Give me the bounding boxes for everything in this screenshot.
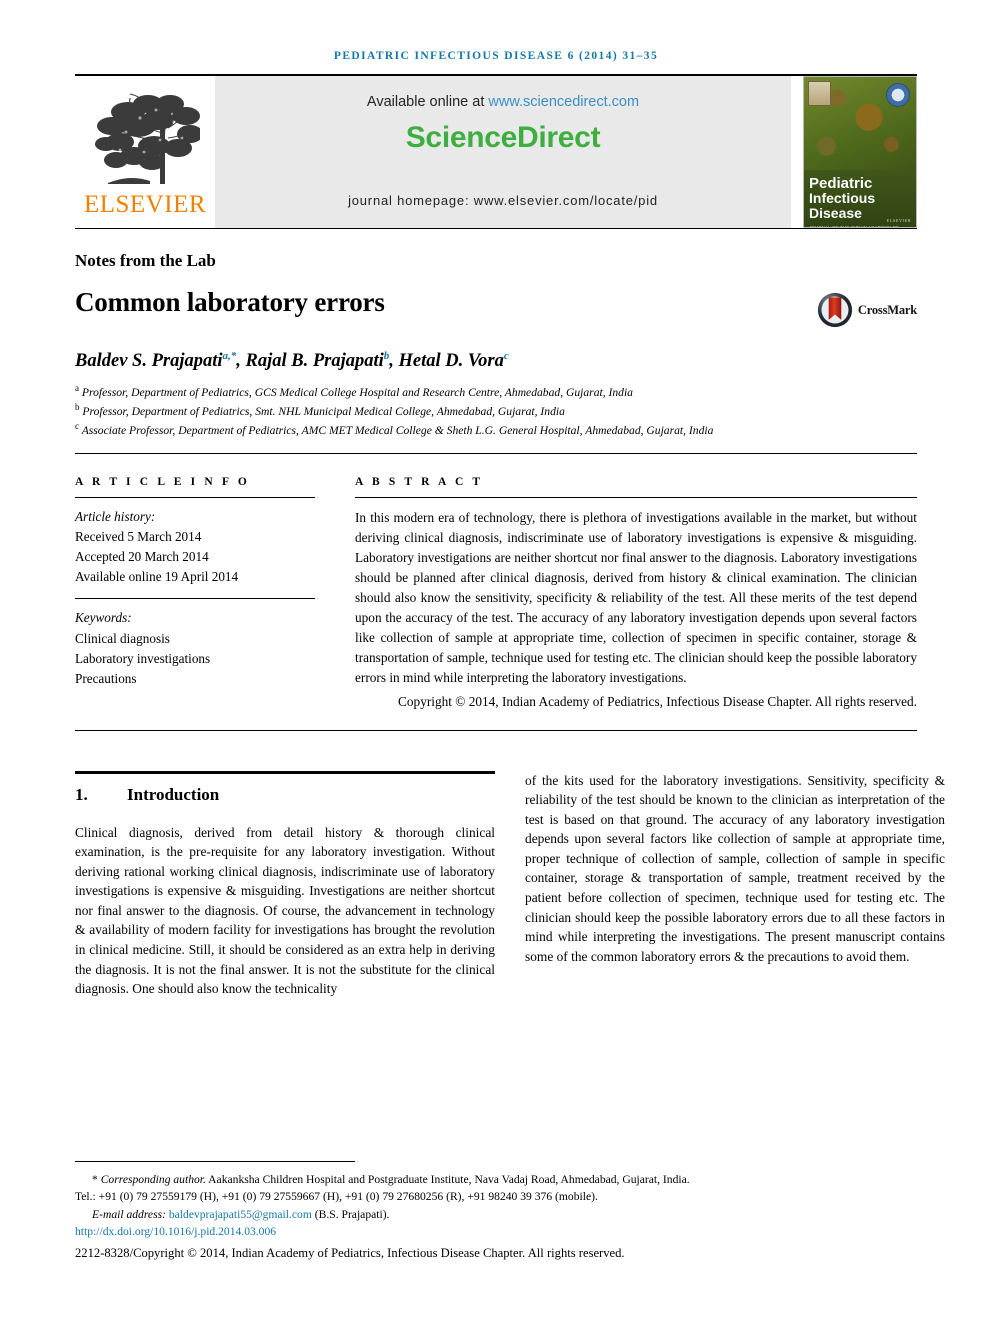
- accepted-date: Accepted 20 March 2014: [75, 549, 209, 565]
- cover-seal-icon: [886, 83, 910, 107]
- keywords-label: Keywords:: [75, 610, 132, 626]
- sciencedirect-banner: Available online at www.sciencedirect.co…: [215, 76, 791, 228]
- received-date: Received 5 March 2014: [75, 529, 202, 545]
- cover-title-line2: Infectious Disease: [809, 190, 876, 221]
- affiliation-text: Associate Professor, Department of Pedia…: [81, 424, 714, 438]
- affiliation-mark: a: [75, 383, 79, 394]
- section-number: 1.: [75, 784, 88, 804]
- corresponding-author-label: Corresponding author.: [100, 1172, 206, 1186]
- available-online-prefix: Available online at: [366, 94, 489, 110]
- intro-paragraph-right: of the kits used for the laboratory inve…: [525, 772, 945, 964]
- affiliation-text: Professor, Department of Pediatrics, Smt…: [82, 405, 565, 419]
- affiliation-item: a Professor, Department of Pediatrics, G…: [75, 382, 917, 401]
- crossmark-label: CrossMark: [857, 302, 917, 317]
- abstract-bottom-rule: [75, 729, 917, 731]
- section-heading-rule: [75, 770, 495, 774]
- article-history-label: Article history:: [75, 509, 156, 525]
- author-marks-1: a,*: [222, 350, 237, 362]
- crossmark-icon: [817, 292, 853, 328]
- keywords-block: Keywords: Clinical diagnosis Laboratory …: [75, 599, 315, 688]
- intro-paragraph-left: Clinical diagnosis, derived from detail …: [75, 824, 495, 997]
- footnote-region: * Corresponding author. Aakanksha Childr…: [75, 1160, 917, 1261]
- body-column-left: 1. Introduction Clinical diagnosis, deri…: [75, 770, 495, 999]
- sciencedirect-link[interactable]: www.sciencedirect.com: [488, 94, 639, 110]
- article-history-block: Article history: Received 5 March 2014 A…: [75, 498, 315, 598]
- affiliation-mark: c: [75, 421, 79, 432]
- sciencedirect-logo: ScienceDirect: [405, 121, 601, 154]
- corresponding-author-line: * Corresponding author. Aakanksha Childr…: [75, 1171, 917, 1189]
- keyword-item: Clinical diagnosis: [75, 630, 170, 646]
- page-title: Common laboratory errors: [75, 287, 385, 317]
- section-heading-introduction: 1. Introduction: [75, 785, 495, 805]
- article-info-column: A R T I C L E I N F O Article history: R…: [75, 476, 315, 711]
- author-marks-2: b: [383, 350, 390, 362]
- keyword-item: Laboratory investigations: [75, 650, 211, 666]
- affiliation-item: c Associate Professor, Department of Ped…: [75, 420, 917, 439]
- section-kicker: Notes from the Lab: [75, 251, 216, 270]
- author-name-3: Hetal D. Vora: [398, 351, 504, 372]
- body-columns: 1. Introduction Clinical diagnosis, deri…: [75, 770, 945, 999]
- journal-homepage-text: journal homepage: www.elsevier.com/locat…: [348, 193, 658, 208]
- cover-subtitle: JOURNAL OF THE INDIAN ACADEMY OF PEDIATR…: [809, 224, 899, 228]
- running-head: PEDIATRIC INFECTIOUS DISEASE 6 (2014) 31…: [333, 50, 659, 62]
- elsevier-wordmark: ELSEVIER: [83, 190, 207, 218]
- telephone-line: Tel.: +91 (0) 79 27559179 (H), +91 (0) 7…: [75, 1190, 598, 1204]
- abstract-column: A B S T R A C T In this modern era of te…: [355, 476, 917, 711]
- doi-link[interactable]: http://dx.doi.org/10.1016/j.pid.2014.03.…: [75, 1225, 276, 1238]
- available-online-text: Available online at www.sciencedirect.co…: [367, 94, 639, 110]
- article-page: PEDIATRIC INFECTIOUS DISEASE 6 (2014) 31…: [0, 0, 992, 1323]
- abstract-body: In this modern era of technology, there …: [355, 510, 917, 685]
- cover-publisher: ELSEVIER: [886, 218, 911, 223]
- available-online-date: Available online 19 April 2014: [75, 569, 239, 585]
- masthead-bottom-rule: [75, 228, 917, 229]
- corresponding-author-address: Aakanksha Children Hospital and Postgrad…: [205, 1172, 690, 1186]
- corresponding-marker: *: [92, 1172, 98, 1186]
- author-name-1: Baldev S. Prajapati: [75, 351, 223, 372]
- affiliation-list: a Professor, Department of Pediatrics, G…: [75, 382, 917, 439]
- footnote-rule: [75, 1160, 355, 1162]
- affiliation-text: Professor, Department of Pediatrics, GCS…: [81, 386, 633, 400]
- elsevier-tree-icon: [90, 88, 203, 191]
- cover-badge-icon: [808, 81, 831, 106]
- affiliation-bottom-rule: [75, 453, 917, 455]
- email-link[interactable]: baldevprajapati55@gmail.com: [169, 1208, 312, 1221]
- author-name-2: Rajal B. Prajapati: [245, 351, 384, 372]
- title-row: Common laboratory errors CrossMark: [75, 287, 917, 328]
- email-suffix: (B.S. Prajapati).: [311, 1207, 390, 1221]
- section-title: Introduction: [127, 784, 220, 804]
- journal-cover-thumbnail: Pediatric Infectious Disease JOURNAL OF …: [803, 76, 917, 228]
- cover-title-block: Pediatric Infectious Disease JOURNAL OF …: [804, 170, 916, 227]
- doi-line[interactable]: http://dx.doi.org/10.1016/j.pid.2014.03.…: [75, 1223, 917, 1242]
- abstract-copyright: Copyright © 2014, Indian Academy of Pedi…: [398, 693, 917, 709]
- author-list: Baldev S. Prajapatia,*, Rajal B. Prajapa…: [75, 350, 509, 372]
- author-marks-3: c: [503, 350, 509, 362]
- crossmark-badge[interactable]: CrossMark: [817, 292, 917, 328]
- affiliation-item: b Professor, Department of Pediatrics, S…: [75, 401, 917, 420]
- info-abstract-region: A R T I C L E I N F O Article history: R…: [75, 476, 917, 711]
- affiliation-mark: b: [75, 402, 80, 413]
- journal-masthead: ELSEVIER Available online at www.science…: [75, 76, 917, 228]
- email-line: E-mail address: baldevprajapati55@gmail.…: [75, 1206, 917, 1224]
- cover-title-line1: Pediatric: [809, 175, 873, 192]
- article-info-heading: A R T I C L E I N F O: [75, 476, 250, 489]
- keyword-item: Precautions: [75, 670, 137, 686]
- body-column-right: of the kits used for the laboratory inve…: [525, 771, 945, 999]
- issn-copyright-line: 2212-8328/Copyright © 2014, Indian Acade…: [75, 1246, 625, 1260]
- elsevier-logo: ELSEVIER: [75, 76, 215, 228]
- abstract-heading: A B S T R A C T: [355, 476, 484, 489]
- email-label: E-mail address:: [92, 1207, 169, 1221]
